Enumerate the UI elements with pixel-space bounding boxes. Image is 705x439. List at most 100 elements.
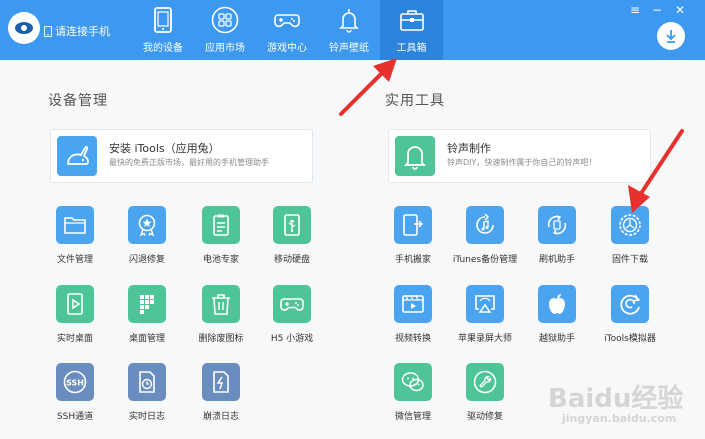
clock-doc-icon [128, 363, 166, 401]
tool-crash-log[interactable]: 崩溃日志 [184, 363, 258, 422]
tool-jailbreak-assistant[interactable]: 越狱助手 [520, 285, 594, 344]
itools-logo [8, 12, 40, 44]
firmware-gear-icon [611, 206, 649, 244]
tool-label: 实时桌面 [56, 334, 93, 344]
banner-description: 铃声DIY，快速制作属于你自己的铃声吧！ [447, 158, 597, 167]
wrench-icon [466, 363, 504, 401]
top-bar: 请连接手机 我的设备 应用市场 游戏中心 铃声壁纸 工具箱 ≡ − ✕ [0, 0, 705, 60]
toolbox-icon [399, 10, 424, 31]
tab-label: 铃声壁纸 [329, 43, 369, 54]
tool-driver-repair[interactable]: 驱动修复 [448, 363, 522, 422]
annotation-arrow-toolbox [339, 58, 397, 116]
tool-label: iTools模拟器 [604, 334, 656, 344]
video-icon [394, 285, 432, 323]
tool-itools-emulator[interactable]: iTools模拟器 [593, 285, 667, 344]
tool-itunes-backup[interactable]: iTunes备份管理 [448, 206, 522, 265]
tool-label: SSH通道 [56, 412, 94, 422]
bell-icon [395, 136, 435, 176]
phone-icon [44, 25, 52, 37]
gamepad-icon [274, 14, 300, 28]
tool-video-convert[interactable]: 视频转换 [376, 285, 450, 344]
download-icon [666, 30, 676, 43]
tool-label: iTunes备份管理 [452, 255, 518, 265]
tool-label: 实时日志 [128, 412, 165, 422]
trash-icon [202, 285, 240, 323]
connect-phone-label: 请连接手机 [55, 25, 110, 38]
tool-label: 微信管理 [394, 412, 431, 422]
tool-desktop-manager[interactable]: 桌面管理 [110, 285, 184, 344]
tool-delete-icons[interactable]: 删除废图标 [184, 285, 258, 344]
tool-label: 驱动修复 [466, 412, 503, 422]
tool-label: 闪退修复 [128, 255, 165, 265]
usb-drive-icon [273, 206, 311, 244]
apple-icon [538, 285, 576, 323]
tab-toolbox[interactable]: 工具箱 [380, 0, 443, 60]
rabbit-icon [57, 136, 97, 176]
tool-live-log[interactable]: 实时日志 [110, 363, 184, 422]
tool-crash-fix[interactable]: 闪退修复 [110, 206, 184, 265]
tool-wechat-manager[interactable]: 微信管理 [376, 363, 450, 422]
tab-app-market[interactable]: 应用市场 [194, 0, 256, 60]
download-button[interactable] [657, 22, 685, 50]
play-screen-icon [56, 285, 94, 323]
airplay-icon [466, 285, 504, 323]
tool-label: 越狱助手 [538, 334, 575, 344]
banner-description: 最快的免费正版市场，最好用的手机管理助手 [109, 158, 269, 167]
tablet-icon [154, 7, 172, 33]
banner-title: 安装 iTools（应用兔） [109, 142, 220, 155]
connect-phone-button[interactable]: 请连接手机 [44, 23, 110, 39]
tab-my-device[interactable]: 我的设备 [132, 0, 194, 60]
tool-battery-expert[interactable]: 电池专家 [184, 206, 258, 265]
tool-label: 刷机助手 [538, 255, 575, 265]
menu-icon[interactable]: ≡ [630, 3, 640, 17]
tool-label: 文件管理 [56, 255, 93, 265]
tab-label: 我的设备 [143, 43, 183, 54]
flash-icon [538, 206, 576, 244]
tool-label: 固件下载 [611, 255, 648, 265]
tool-screen-recorder[interactable]: 苹果录屏大师 [448, 285, 522, 344]
tab-game-center[interactable]: 游戏中心 [256, 0, 318, 60]
tool-label: 苹果录屏大师 [457, 334, 512, 344]
grid-phone-icon [128, 285, 166, 323]
crash-doc-icon [202, 363, 240, 401]
ringtone-maker-banner[interactable]: 铃声制作 铃声DIY，快速制作属于你自己的铃声吧！ [388, 129, 651, 183]
tool-live-desktop[interactable]: 实时桌面 [38, 285, 112, 344]
bell-icon [339, 9, 359, 33]
badge-star-icon [128, 206, 166, 244]
tab-label: 应用市场 [205, 43, 245, 54]
phone-transfer-icon [394, 206, 432, 244]
banner-title: 铃声制作 [447, 142, 491, 155]
folder-icon [56, 206, 94, 244]
ssh-icon: SSH [56, 363, 94, 401]
tab-ringtone-wallpaper[interactable]: 铃声壁纸 [318, 0, 380, 60]
tab-label: 工具箱 [396, 43, 427, 54]
emulator-icon [611, 285, 649, 323]
section-title-device: 设备管理 [48, 93, 108, 109]
watermark-brand: Baidu经验 [548, 384, 684, 414]
tool-firmware-download[interactable]: 固件下载 [593, 206, 667, 265]
tool-phone-transfer[interactable]: 手机搬家 [376, 206, 450, 265]
install-itools-banner[interactable]: 安装 iTools（应用兔） 最快的免费正版市场，最好用的手机管理助手 [50, 129, 313, 183]
wechat-icon [394, 363, 432, 401]
battery-clipboard-icon [202, 206, 240, 244]
section-title-utility: 实用工具 [385, 93, 445, 109]
close-icon[interactable]: ✕ [675, 3, 685, 17]
tool-file-manager[interactable]: 文件管理 [38, 206, 112, 265]
tab-label: 游戏中心 [267, 43, 307, 54]
tool-mobile-drive[interactable]: 移动硬盘 [255, 206, 329, 265]
tool-label: 桌面管理 [128, 334, 165, 344]
tool-ssh-tunnel[interactable]: SSH SSH通道 [38, 363, 112, 422]
tool-label: 删除废图标 [198, 334, 244, 344]
tool-label: 移动硬盘 [273, 255, 310, 265]
tool-label: 手机搬家 [394, 255, 431, 265]
svg-text:SSH: SSH [66, 378, 84, 387]
tool-h5-games[interactable]: H5 小游戏 [255, 285, 329, 344]
tool-label: 电池专家 [202, 255, 239, 265]
watermark-url: jingyan.baidu.com [562, 412, 677, 425]
tool-flash-assistant[interactable]: 刷机助手 [520, 206, 594, 265]
minimize-icon[interactable]: − [652, 3, 662, 17]
apps-grid-icon [211, 6, 239, 34]
music-backup-icon [466, 206, 504, 244]
tool-label: 视频转换 [394, 334, 431, 344]
tool-label: H5 小游戏 [270, 334, 314, 344]
